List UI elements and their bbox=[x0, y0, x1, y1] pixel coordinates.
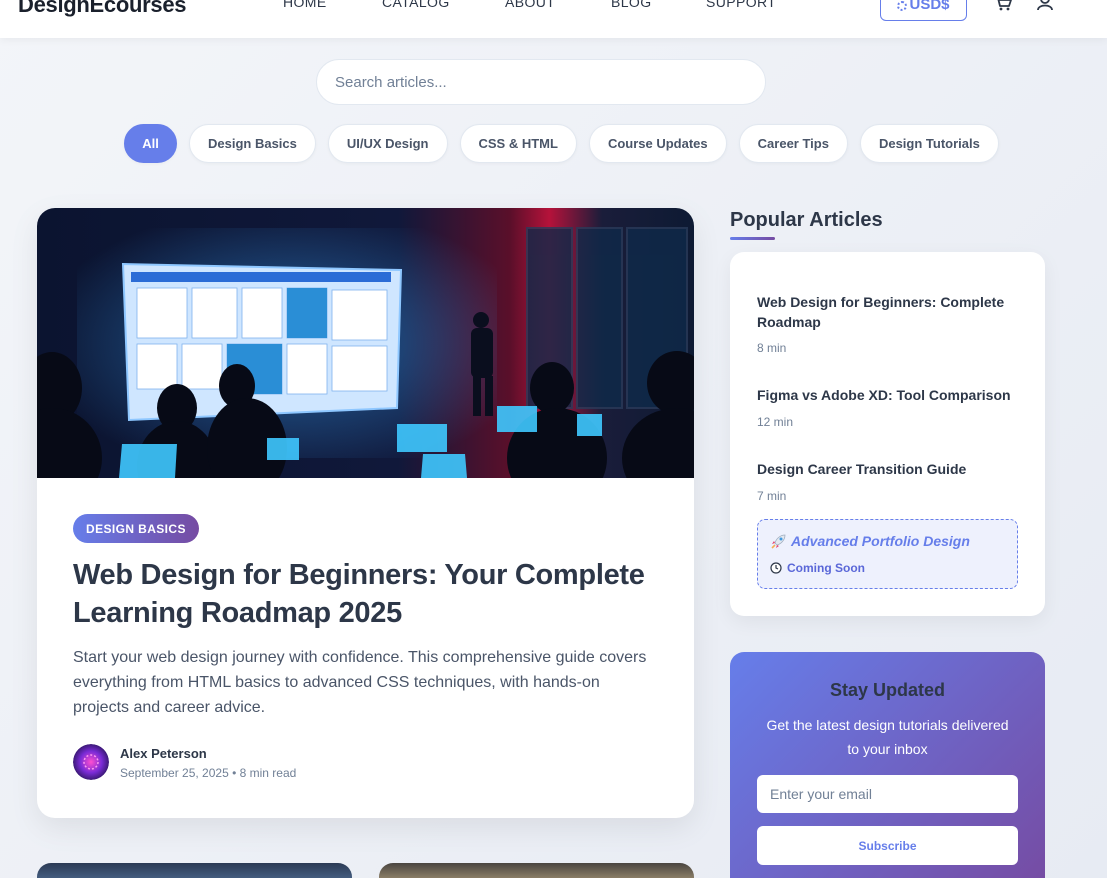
filter-ui-ux-design[interactable]: UI/UX Design bbox=[327, 124, 448, 163]
nav-about[interactable]: ABOUT bbox=[505, 0, 555, 10]
popular-articles-panel: Web Design for Beginners: Complete Roadm… bbox=[730, 252, 1045, 616]
article-meta: September 25, 2025 • 8 min read bbox=[120, 766, 297, 780]
site-logo[interactable]: DesignEcourses bbox=[18, 0, 187, 18]
popular-article-readtime: 7 min bbox=[757, 489, 787, 503]
user-icon[interactable] bbox=[1034, 0, 1056, 12]
subscribe-button[interactable]: Subscribe bbox=[757, 826, 1018, 865]
heading-underline bbox=[730, 237, 775, 240]
featured-article-card[interactable]: DESIGN BASICS Web Design for Beginners: … bbox=[37, 208, 694, 818]
popular-articles-heading: Popular Articles bbox=[730, 209, 883, 231]
article-card-image[interactable] bbox=[37, 863, 352, 878]
newsletter-title: Stay Updated bbox=[829, 680, 946, 700]
nav-support[interactable]: SUPPORT bbox=[706, 0, 776, 10]
featured-article-excerpt: Start your web design journey with confi… bbox=[73, 649, 647, 716]
nav-blog[interactable]: BLOG bbox=[611, 0, 652, 10]
currency-selector[interactable]: USD$ bbox=[880, 0, 967, 21]
popular-article-readtime: 12 min bbox=[757, 415, 794, 429]
newsletter-subtitle: Get the latest design tutorials delivere… bbox=[766, 717, 1009, 757]
site-header: DesignEcourses HOME CATALOG ABOUT BLOG S… bbox=[0, 0, 1107, 38]
category-filters: All Design Basics UI/UX Design CSS & HTM… bbox=[124, 124, 999, 163]
featured-article-image bbox=[37, 208, 694, 478]
nav-home[interactable]: HOME bbox=[283, 0, 327, 10]
article-card-image[interactable] bbox=[379, 863, 694, 878]
popular-article-readtime: 8 min bbox=[757, 341, 787, 355]
category-badge[interactable]: DESIGN BASICS bbox=[73, 514, 199, 543]
email-field[interactable] bbox=[757, 775, 1018, 813]
author-name[interactable]: Alex Peterson bbox=[120, 746, 207, 761]
filter-course-updates[interactable]: Course Updates bbox=[588, 124, 727, 163]
clock-icon bbox=[770, 562, 782, 574]
coming-soon-article: Advanced Portfolio Design Coming Soon bbox=[757, 519, 1018, 589]
popular-article-title[interactable]: Design Career Transition Guide bbox=[757, 459, 1022, 479]
featured-article-title[interactable]: Web Design for Beginners: Your Complete … bbox=[73, 556, 673, 632]
popular-article-title[interactable]: Figma vs Adobe XD: Tool Comparison bbox=[757, 385, 1022, 405]
cart-icon[interactable] bbox=[992, 0, 1014, 12]
newsletter-panel: Stay Updated Get the latest design tutor… bbox=[730, 652, 1045, 878]
globe-icon bbox=[897, 1, 908, 11]
filter-design-tutorials[interactable]: Design Tutorials bbox=[859, 124, 999, 163]
avatar bbox=[73, 744, 109, 780]
rocket-icon bbox=[771, 534, 786, 549]
popular-article-title[interactable]: Web Design for Beginners: Complete Roadm… bbox=[757, 292, 1022, 332]
filter-all[interactable]: All bbox=[124, 124, 177, 163]
filter-design-basics[interactable]: Design Basics bbox=[189, 124, 316, 163]
filter-css-html[interactable]: CSS & HTML bbox=[459, 124, 577, 163]
filter-career-tips[interactable]: Career Tips bbox=[738, 124, 848, 163]
currency-label: USD$ bbox=[909, 0, 950, 13]
coming-soon-label: Coming Soon bbox=[787, 561, 865, 575]
search-input[interactable] bbox=[316, 59, 766, 105]
coming-soon-title: Advanced Portfolio Design bbox=[791, 533, 970, 549]
nav-catalog[interactable]: CATALOG bbox=[382, 0, 450, 10]
